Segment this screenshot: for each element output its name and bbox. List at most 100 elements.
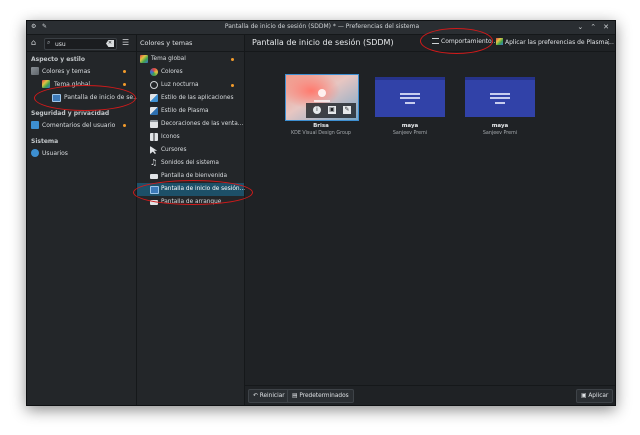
- main-header: Pantalla de inicio de sesión (SDDM) Comp…: [245, 35, 615, 52]
- home-icon[interactable]: ⌂: [31, 38, 36, 47]
- defaults-button[interactable]: ▤ Predeterminados: [287, 389, 354, 403]
- subcategory-title: Colores y temas: [140, 39, 193, 47]
- subnav-item-label: Decoraciones de las venta...: [161, 121, 244, 127]
- theme-author: Sanjeev Premi: [482, 131, 518, 136]
- subnav-item-window-decorations[interactable]: Decoraciones de las venta...: [137, 118, 244, 131]
- image-icon[interactable]: ▣: [328, 106, 336, 114]
- modified-indicator: [123, 70, 126, 73]
- app-style-icon: [150, 94, 158, 102]
- theme-thumbnail[interactable]: [465, 77, 535, 117]
- main-content: Pantalla de inicio de sesión (SDDM) Comp…: [245, 35, 615, 405]
- subnav-item-global-theme[interactable]: Tema global: [137, 53, 244, 66]
- subnav-item-colors[interactable]: Colores: [137, 66, 244, 79]
- window-decorations-icon: [150, 120, 158, 128]
- save-icon: ▣: [581, 393, 587, 399]
- info-icon[interactable]: i: [313, 106, 321, 114]
- close-icon[interactable]: ✕: [603, 22, 609, 32]
- subnav-item-boot-screen[interactable]: Pantalla de arranque: [137, 196, 244, 209]
- apply-plasma-settings-label: Aplicar las preferencias de Plasma...: [505, 39, 614, 46]
- subnav-item-label: Pantalla de bienvenida: [161, 173, 228, 179]
- maximize-icon[interactable]: ⌃: [590, 22, 596, 32]
- boot-icon: [150, 200, 158, 205]
- subnav-item-label: Tema global: [151, 56, 186, 62]
- subnav-item-plasma-style[interactable]: Estilo de Plasma: [137, 105, 244, 118]
- sidebar-item-label: Colores y temas: [42, 68, 91, 75]
- theme-thumbnail[interactable]: [375, 77, 445, 117]
- search-input[interactable]: [55, 40, 105, 48]
- category-header-appearance: Aspecto y estilo: [31, 56, 85, 63]
- theme-author: Sanjeev Premi: [392, 131, 428, 136]
- subnav-item-label: Pantalla de arranque: [161, 199, 222, 205]
- subnav-item-login-screen[interactable]: Pantalla de inicio de sesión...: [137, 183, 246, 196]
- subnav-item-label: Sonidos del sistema: [161, 160, 219, 166]
- sound-icon: ♫: [150, 158, 158, 167]
- cursor-icon: [150, 146, 158, 154]
- sidebar-item-users[interactable]: Usuarios: [27, 147, 136, 160]
- reset-button-label: Reiniciar: [259, 393, 285, 399]
- search-field[interactable]: ⌕ ✕: [44, 38, 117, 50]
- hamburger-menu-icon[interactable]: ☰: [122, 38, 129, 47]
- theme-name: maya: [491, 123, 509, 129]
- subnav-item-label: Pantalla de inicio de sesión...: [161, 186, 246, 192]
- clear-search-icon[interactable]: ✕: [106, 40, 114, 47]
- feedback-icon: [31, 121, 39, 129]
- pin-icon[interactable]: ✎: [42, 23, 49, 30]
- subnav-item-splash-screen[interactable]: Pantalla de bienvenida: [137, 170, 244, 183]
- subnav-item-cursors[interactable]: Cursores: [137, 144, 244, 157]
- monitor-icon: [52, 94, 61, 102]
- subnav-item-label: Colores: [161, 69, 183, 75]
- sidebar-item-label: Usuarios: [42, 150, 68, 157]
- splash-icon: [150, 174, 158, 179]
- undo-icon: ↶: [253, 393, 258, 399]
- theme-name: Brisa: [313, 123, 329, 129]
- subnav-item-label: Cursores: [161, 147, 187, 153]
- settings-window: ⚙ ✎ Pantalla de inicio de sesión (SDDM) …: [26, 20, 616, 406]
- apply-button-label: Aplicar: [588, 393, 609, 399]
- reset-button[interactable]: ↶ Reiniciar: [248, 389, 290, 403]
- sidebar-item-colors-themes[interactable]: Colores y temas: [27, 65, 136, 78]
- modified-indicator: [123, 124, 126, 127]
- apply-plasma-settings-button[interactable]: Aplicar las preferencias de Plasma...: [496, 38, 614, 46]
- night-light-icon: [150, 81, 158, 89]
- title-bar: ⚙ ✎ Pantalla de inicio de sesión (SDDM) …: [27, 21, 615, 35]
- sidebar-item-label: Comentarios del usuario: [42, 122, 116, 129]
- subnav-item-app-style[interactable]: Estilo de las aplicaciones: [137, 92, 244, 105]
- subnav-item-system-sounds[interactable]: ♫ Sonidos del sistema: [137, 157, 244, 170]
- theme-thumbnail[interactable]: i ▣ ✎: [285, 74, 359, 121]
- global-theme-icon: [496, 38, 503, 45]
- sidebar-item-login-screen[interactable]: Pantalla de inicio de se...: [27, 91, 139, 104]
- sidebar-toolbar: ⌂ ⌕ ✕ ☰: [27, 35, 136, 52]
- defaults-button-label: Predeterminados: [299, 393, 349, 399]
- theme-name: maya: [401, 123, 419, 129]
- palette-icon: [31, 67, 39, 75]
- edit-icon[interactable]: ✎: [343, 106, 351, 114]
- minimize-icon[interactable]: ⌄: [577, 22, 583, 32]
- modified-indicator: [231, 84, 234, 87]
- modified-indicator: [231, 58, 234, 61]
- subnav-item-icons[interactable]: Iconos: [137, 131, 244, 144]
- theme-preview-image: [465, 77, 535, 117]
- subnav-item-label: Luz nocturna: [161, 82, 199, 88]
- subnav-item-label: Iconos: [161, 134, 180, 140]
- apply-button[interactable]: ▣ Aplicar: [576, 389, 614, 403]
- window-title: Pantalla de inicio de sesión (SDDM) * — …: [224, 23, 420, 30]
- subcategory-header: Colores y temas: [137, 35, 244, 52]
- modified-indicator: [123, 83, 126, 86]
- users-icon: [31, 149, 39, 157]
- behavior-button-label: Comportamiento...: [441, 38, 498, 45]
- theme-author: KDE Visual Design Group: [291, 131, 351, 136]
- category-header-system: Sistema: [31, 138, 59, 145]
- subnav-item-label: Estilo de las aplicaciones: [161, 95, 234, 101]
- sidebar-item-global-theme[interactable]: Tema global: [27, 78, 136, 91]
- subcategory-panel: Colores y temas Tema global Colores Luz …: [137, 35, 245, 405]
- footer-bar: ↶ Reiniciar ▤ Predeterminados ▣ Aplicar: [245, 385, 615, 405]
- colors-icon: [150, 68, 158, 76]
- subnav-item-night-light[interactable]: Luz nocturna: [137, 79, 244, 92]
- overflow-menu-icon[interactable]: ⋮: [605, 38, 612, 46]
- app-menu-icon[interactable]: ⚙: [31, 23, 38, 30]
- page-title: Pantalla de inicio de sesión (SDDM): [252, 38, 394, 47]
- plasma-style-icon: [150, 107, 158, 115]
- behavior-button[interactable]: Comportamiento...: [432, 38, 497, 45]
- sidebar-item-user-feedback[interactable]: Comentarios del usuario: [27, 119, 136, 132]
- document-icon: ▤: [292, 393, 298, 399]
